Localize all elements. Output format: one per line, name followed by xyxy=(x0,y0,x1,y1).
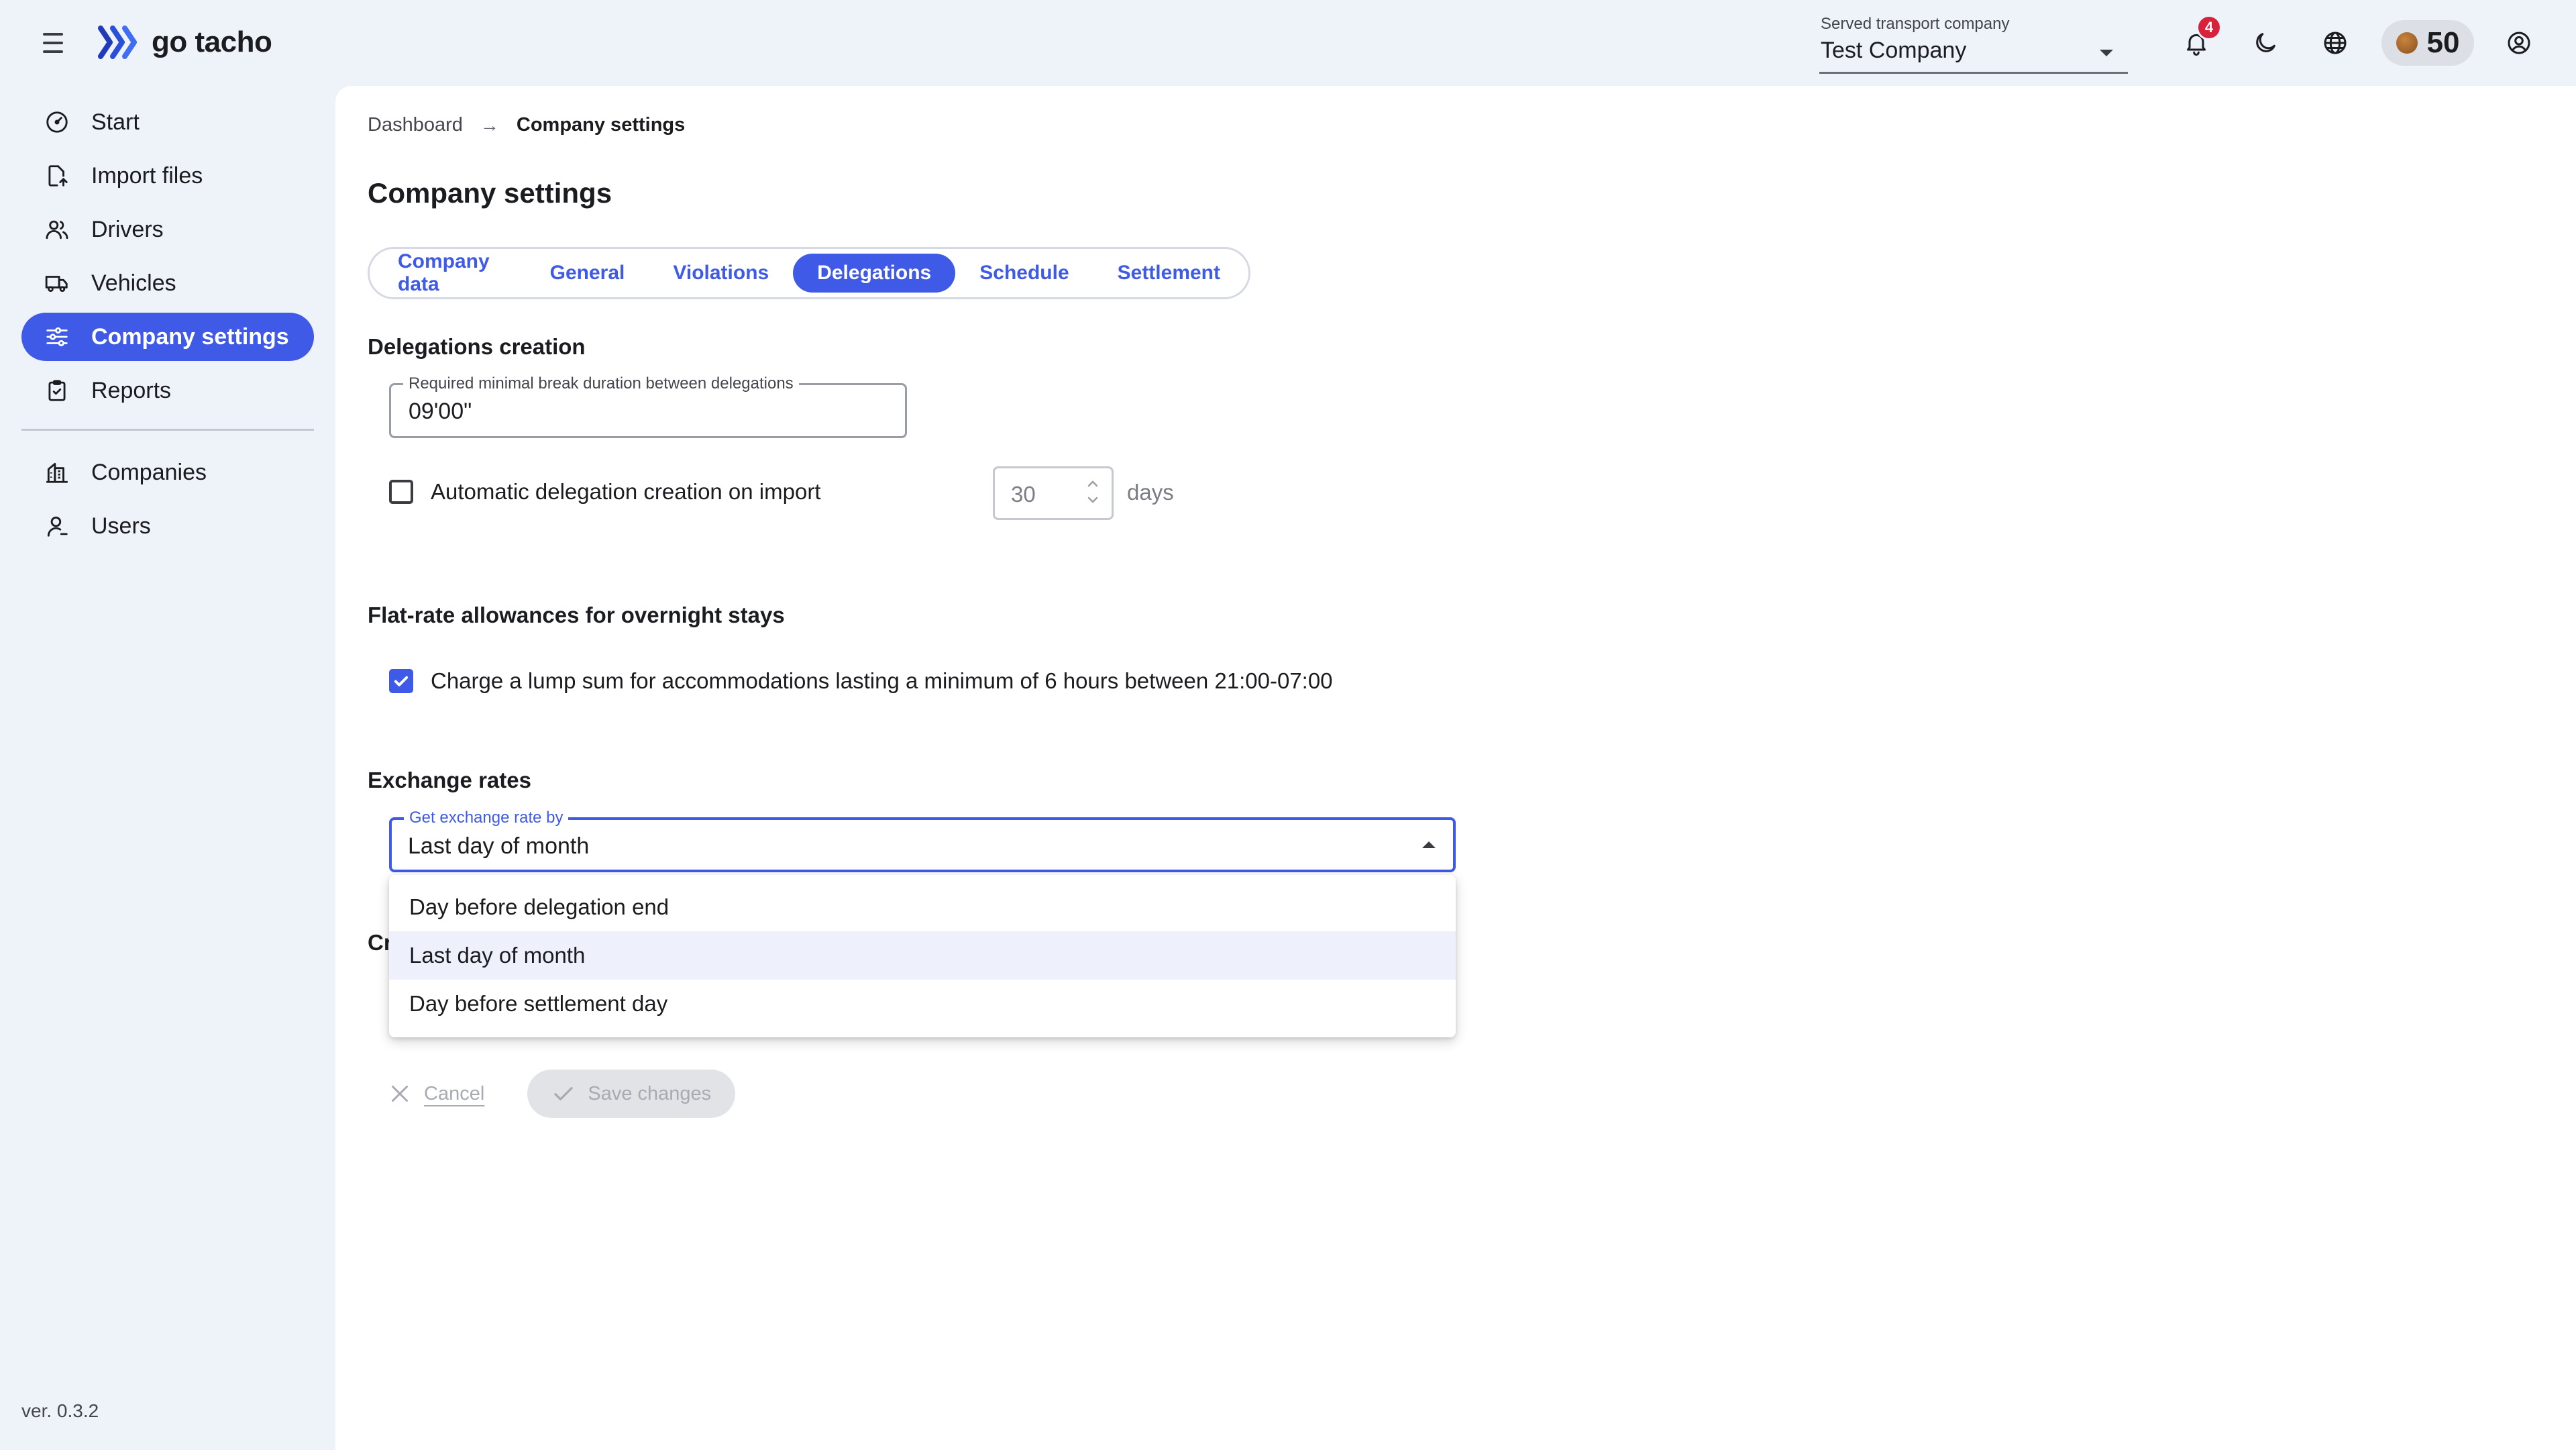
theme-toggle-button[interactable] xyxy=(2244,21,2287,64)
sidebar-item-users[interactable]: Users xyxy=(21,502,314,550)
tab-settlement[interactable]: Settlement xyxy=(1093,254,1244,293)
app-root: go tacho Served transport company Test C… xyxy=(0,0,2576,1450)
chevron-down-icon[interactable] xyxy=(1086,495,1099,505)
clipboard-icon xyxy=(48,380,66,401)
breadcrumb-dashboard-link[interactable]: Dashboard xyxy=(368,114,463,136)
coins-balance[interactable]: 50 xyxy=(2381,20,2474,66)
auto-creation-days-stepper[interactable]: 30 xyxy=(993,466,1114,520)
sidebar-item-reports[interactable]: Reports xyxy=(21,366,314,415)
break-duration-label: Required minimal break duration between … xyxy=(403,374,799,393)
lump-sum-label: Charge a lump sum for accommodations las… xyxy=(431,668,1333,693)
menu-toggle-button[interactable] xyxy=(36,27,71,59)
buildings-icon xyxy=(46,462,68,483)
sidebar-item-companies[interactable]: Companies xyxy=(21,448,314,497)
user-circle-icon xyxy=(2508,32,2530,54)
break-duration-value: 09'00" xyxy=(409,399,472,424)
section-title-exchange-rates: Exchange rates xyxy=(368,768,531,792)
check-icon xyxy=(554,1087,574,1100)
lump-sum-checkbox-row[interactable]: Charge a lump sum for accommodations las… xyxy=(389,668,1333,694)
exchange-rate-option[interactable]: Day before settlement day xyxy=(389,980,1456,1028)
save-changes-button[interactable]: Save changes xyxy=(527,1070,736,1118)
sidebar-item-label: Drivers xyxy=(91,216,164,242)
sliders-icon xyxy=(46,327,68,347)
exchange-rate-select[interactable]: Get exchange rate by Last day of month xyxy=(389,809,1456,872)
served-company-caption: Served transport company xyxy=(1821,15,2010,33)
breadcrumb-current: Company settings xyxy=(516,114,686,136)
notifications-button[interactable]: 4 xyxy=(2175,15,2222,64)
lump-sum-checkbox[interactable] xyxy=(389,669,413,693)
auto-creation-checkbox-row[interactable]: Automatic delegation creation on import xyxy=(389,479,821,505)
language-button[interactable] xyxy=(2314,21,2357,64)
truck-icon xyxy=(45,276,68,292)
breadcrumb: Dashboard → Company settings xyxy=(368,114,685,136)
exchange-rate-dropdown: Day before delegation end Last day of mo… xyxy=(389,875,1456,1037)
menu-icon-line xyxy=(43,42,63,44)
chevron-up-icon[interactable] xyxy=(1086,479,1099,488)
days-value: 30 xyxy=(1011,482,1036,507)
sidebar: Start Import files Drivers Vehicles Comp… xyxy=(0,86,335,1450)
section-title-delegations-creation: Delegations creation xyxy=(368,334,586,359)
users-icon xyxy=(46,220,68,240)
served-company-value: Test Company xyxy=(1821,38,1967,63)
break-duration-field[interactable]: Required minimal break duration between … xyxy=(389,374,907,438)
globe-icon xyxy=(2324,32,2347,54)
main-content: Dashboard → Company settings Company set… xyxy=(335,86,2576,1450)
sidebar-item-label: Start xyxy=(91,109,140,135)
section-title-flat-rate: Flat-rate allowances for overnight stays xyxy=(368,603,785,627)
check-icon xyxy=(394,676,409,686)
auto-creation-label: Automatic delegation creation on import xyxy=(431,479,821,504)
sidebar-item-drivers[interactable]: Drivers xyxy=(21,205,314,254)
sidebar-divider xyxy=(21,429,314,431)
caret-down-icon xyxy=(2100,50,2113,56)
app-logo[interactable]: go tacho xyxy=(98,23,272,62)
sidebar-item-company-settings[interactable]: Company settings xyxy=(21,313,314,361)
form-actions: Cancel Save changes xyxy=(388,1070,736,1118)
exchange-rate-value: Last day of month xyxy=(408,833,590,859)
auto-creation-checkbox[interactable] xyxy=(389,480,413,504)
top-bar: go tacho Served transport company Test C… xyxy=(0,0,2576,86)
stepper-arrows xyxy=(1086,479,1099,505)
file-import-icon xyxy=(48,165,68,187)
save-changes-label: Save changes xyxy=(588,1082,712,1104)
tab-delegations[interactable]: Delegations xyxy=(793,254,956,293)
exchange-rate-label: Get exchange rate by xyxy=(404,809,569,827)
days-unit: days xyxy=(1127,480,1174,505)
sidebar-item-label: Companies xyxy=(91,459,207,485)
cancel-button[interactable]: Cancel xyxy=(388,1082,484,1106)
sidebar-item-label: Reports xyxy=(91,377,172,403)
tab-general[interactable]: General xyxy=(526,254,649,293)
sidebar-item-start[interactable]: Start xyxy=(21,98,314,146)
tab-schedule[interactable]: Schedule xyxy=(955,254,1093,293)
sidebar-item-label: Users xyxy=(91,513,151,539)
logo-text: go tacho xyxy=(152,25,272,58)
app-version: ver. 0.3.2 xyxy=(21,1400,99,1421)
sidebar-item-label: Import files xyxy=(91,162,203,189)
logo-chevrons-icon xyxy=(98,25,137,59)
page-title: Company settings xyxy=(368,177,612,209)
account-button[interactable] xyxy=(2498,21,2540,64)
exchange-rate-option-selected[interactable]: Last day of month xyxy=(389,931,1456,980)
exchange-rate-option[interactable]: Day before delegation end xyxy=(389,883,1456,931)
moon-icon xyxy=(2256,33,2275,52)
menu-icon-line xyxy=(43,33,63,36)
sidebar-item-vehicles[interactable]: Vehicles xyxy=(21,259,314,307)
gauge-icon xyxy=(46,111,68,133)
tab-violations[interactable]: Violations xyxy=(649,254,793,293)
coin-icon xyxy=(2396,32,2418,54)
arrow-right-icon: → xyxy=(480,114,499,136)
served-company-select[interactable]: Served transport company Test Company xyxy=(1819,12,2128,74)
user-icon xyxy=(47,516,68,537)
notifications-badge: 4 xyxy=(2196,15,2222,40)
menu-icon-line xyxy=(43,50,63,53)
settings-tabs: Company data General Violations Delegati… xyxy=(368,247,1250,299)
coins-value: 50 xyxy=(2426,26,2460,59)
sidebar-item-label: Company settings xyxy=(91,323,289,350)
sidebar-item-label: Vehicles xyxy=(91,270,176,296)
tab-company-data[interactable]: Company data xyxy=(374,250,526,295)
sidebar-item-import-files[interactable]: Import files xyxy=(21,152,314,200)
caret-up-icon xyxy=(1422,841,1436,848)
cancel-label: Cancel xyxy=(424,1082,485,1104)
close-icon xyxy=(392,1086,408,1102)
